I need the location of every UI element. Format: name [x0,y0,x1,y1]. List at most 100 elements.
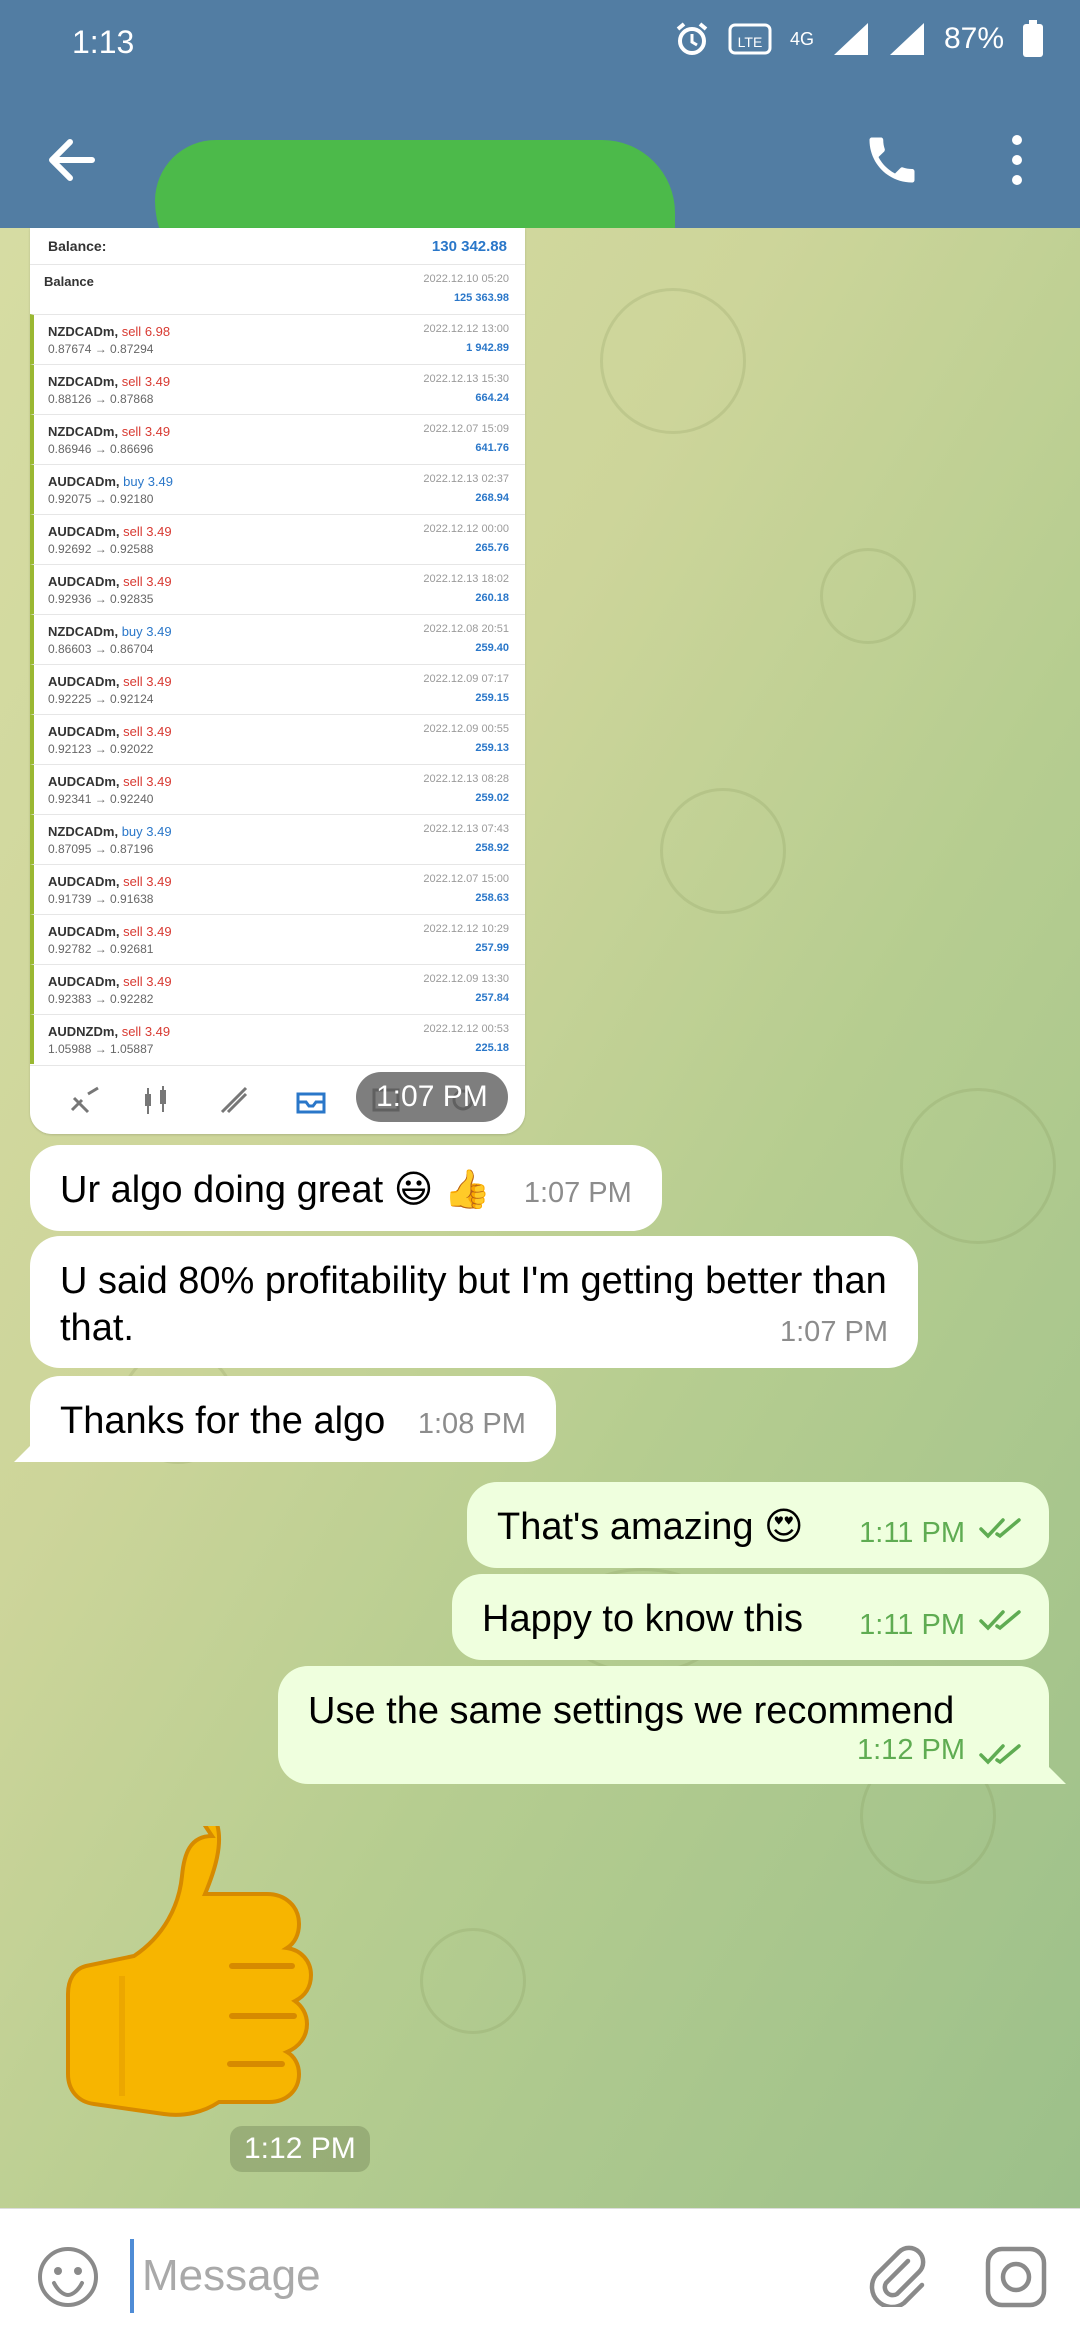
trade-symbol: AUDCADm, sell 3.49 [48,724,172,739]
trade-date: 2022.12.13 08:28 [423,773,509,785]
battery-icon [1023,20,1043,57]
more-vertical-icon[interactable] [1002,128,1032,192]
trade-row: AUDCADm, sell 3.49 0.92782 → 0.92681 2022.… [30,914,525,964]
trade-profit: 268.94 [475,492,509,504]
trade-prices: 0.86946 → 0.86696 [48,442,154,456]
trade-prices: 0.86603 → 0.86704 [48,642,154,656]
svg-text:LTE: LTE [738,34,763,50]
message-bubble-outgoing[interactable]: Happy to know this 1:11 PM [452,1574,1049,1660]
message-bubble-incoming[interactable]: Thanks for the algo 1:08 PM [30,1376,556,1462]
chart-candles-icon [145,1086,166,1114]
trade-row: NZDCADm, buy 3.49 0.87095 → 0.87196 2022.1… [30,814,525,864]
trade-profit: 258.92 [475,842,509,854]
trade-profit: 225.18 [475,1042,509,1054]
trade-prices: 0.87095 → 0.87196 [48,842,154,856]
trade-profit: 641.76 [475,442,509,454]
trade-row: NZDCADm, sell 3.49 0.88126 → 0.87868 2022.… [30,364,525,414]
trade-date: 2022.12.12 10:29 [423,923,509,935]
trade-icon [220,1086,248,1114]
trade-date: 2022.12.09 13:30 [423,973,509,985]
double-check-icon [979,1610,1021,1631]
message-time: 1:11 PM [859,1517,965,1549]
trade-symbol: AUDNZDm, sell 3.49 [48,1024,171,1039]
message-bubble-outgoing[interactable]: That's amazing 😍 1:11 PM [467,1482,1049,1568]
signal-icon [833,23,868,55]
trade-prices: 0.92123 → 0.92022 [48,742,154,756]
trade-row: AUDCADm, sell 3.49 0.92225 → 0.92124 2022.… [30,664,525,714]
balance-summary-label: Balance: [48,238,107,254]
message-bubble-outgoing[interactable]: Use the same settings we recommend 1:12 … [278,1666,1049,1784]
trade-prices: 0.92936 → 0.92835 [48,592,154,606]
trade-prices: 0.91739 → 0.91638 [48,892,154,906]
trade-profit: 664.24 [475,392,509,404]
balance-summary-value: 130 342.88 [431,237,507,255]
message-text: Happy to know this [482,1598,804,1640]
message-input[interactable] [130,2239,844,2313]
trade-row: AUDCADm, sell 3.49 0.92123 → 0.92022 2022.… [30,714,525,764]
trade-symbol: AUDCADm, sell 3.49 [48,774,172,789]
trade-profit: 260.18 [475,592,509,604]
message-composer [0,2208,1080,2341]
trade-prices: 0.92341 → 0.92240 [48,792,154,806]
trade-date: 2022.12.09 00:55 [423,723,509,735]
trade-row: AUDCADm, sell 3.49 0.92383 → 0.92282 2022.… [30,964,525,1014]
phone-icon[interactable] [862,130,922,190]
trade-symbol: AUDCADm, sell 3.49 [48,974,172,989]
balance-row-value: 125 363.98 [453,292,509,304]
trade-date: 2022.12.08 20:51 [423,623,509,635]
trade-profit: 265.76 [475,542,509,554]
trade-profit: 259.13 [475,742,509,754]
trade-prices: 0.87674 → 0.87294 [48,342,154,356]
message-bubble-incoming[interactable]: U said 80% profitability but I'm getting… [30,1236,918,1368]
trade-row: AUDNZDm, sell 3.49 1.05988 → 1.05887 2022.… [30,1014,525,1064]
smile-icon[interactable] [36,2245,100,2309]
trade-row: AUDCADm, sell 3.49 0.92936 → 0.92835 2022.… [30,564,525,614]
camera-icon[interactable] [984,2245,1048,2309]
trade-profit: 1 942.89 [466,342,509,354]
arrow-left-icon[interactable] [40,128,104,192]
trade-row: AUDCADm, sell 3.49 0.91739 → 0.91638 2022.… [30,864,525,914]
status-time: 1:13 [72,24,135,60]
trade-prices: 0.88126 → 0.87868 [48,392,154,406]
trade-row: AUDCADm, sell 3.49 0.92341 → 0.92240 2022.… [30,764,525,814]
trade-symbol: AUDCADm, sell 3.49 [48,574,172,589]
paperclip-icon[interactable] [862,2241,928,2307]
signal-roaming-icon [889,23,924,55]
trade-symbol: NZDCADm, buy 3.49 [48,824,172,839]
battery-percent: 87% [943,22,1004,55]
message-text: Ur algo doing great 😃 👍 [60,1169,492,1211]
chat-header [0,92,1080,290]
trade-date: 2022.12.09 07:17 [423,673,509,685]
screenshot-time: 1:07 PM [356,1072,508,1122]
trade-date: 2022.12.13 18:02 [423,573,509,585]
trade-profit: 259.02 [475,792,509,804]
message-time: 1:07 PM [523,1177,632,1209]
trade-prices: 0.92075 → 0.92180 [48,492,154,506]
trade-symbol: AUDCADm, sell 3.49 [48,924,172,939]
trade-row: AUDCADm, buy 3.49 0.92075 → 0.92180 2022.1… [30,464,525,514]
status-icons: LTE 4G 87% [674,20,1044,58]
trade-profit: 257.84 [475,992,509,1004]
trade-history-screenshot[interactable]: Balance: 130 342.88 Balance 2022.12.10 0… [30,228,525,1134]
trade-symbol: NZDCADm, buy 3.49 [48,624,172,639]
trade-profit: 258.63 [475,892,509,904]
trade-date: 2022.12.13 07:43 [423,823,509,835]
message-time: 1:08 PM [417,1408,526,1440]
trade-symbol: AUDCADm, buy 3.49 [48,474,174,489]
message-time: 1:12 PM [857,1734,965,1766]
trade-row: NZDCADm, sell 3.49 0.86946 → 0.86696 2022.… [30,414,525,464]
status-bar: 1:13 LTE 4G 87% [0,0,1080,92]
trade-list: NZDCADm, sell 6.98 0.87674 → 0.87294 2022.… [30,314,525,1064]
message-text: Thanks for the algo [60,1400,386,1442]
message-time: 1:11 PM [859,1609,965,1641]
message-text: Use the same settings we recommend [308,1690,955,1732]
trade-date: 2022.12.07 15:00 [423,873,509,885]
double-check-icon [979,1518,1021,1539]
trade-symbol: NZDCADm, sell 6.98 [48,324,171,339]
sticker-time: 1:12 PM [230,2126,370,2172]
trade-symbol: NZDCADm, sell 3.49 [48,374,171,389]
thumbs-up-icon[interactable] [62,1826,342,2126]
message-bubble-incoming[interactable]: Ur algo doing great 😃 👍 1:07 PM [30,1145,662,1231]
balance-row-label: Balance [44,274,94,289]
trade-profit: 259.15 [475,692,509,704]
